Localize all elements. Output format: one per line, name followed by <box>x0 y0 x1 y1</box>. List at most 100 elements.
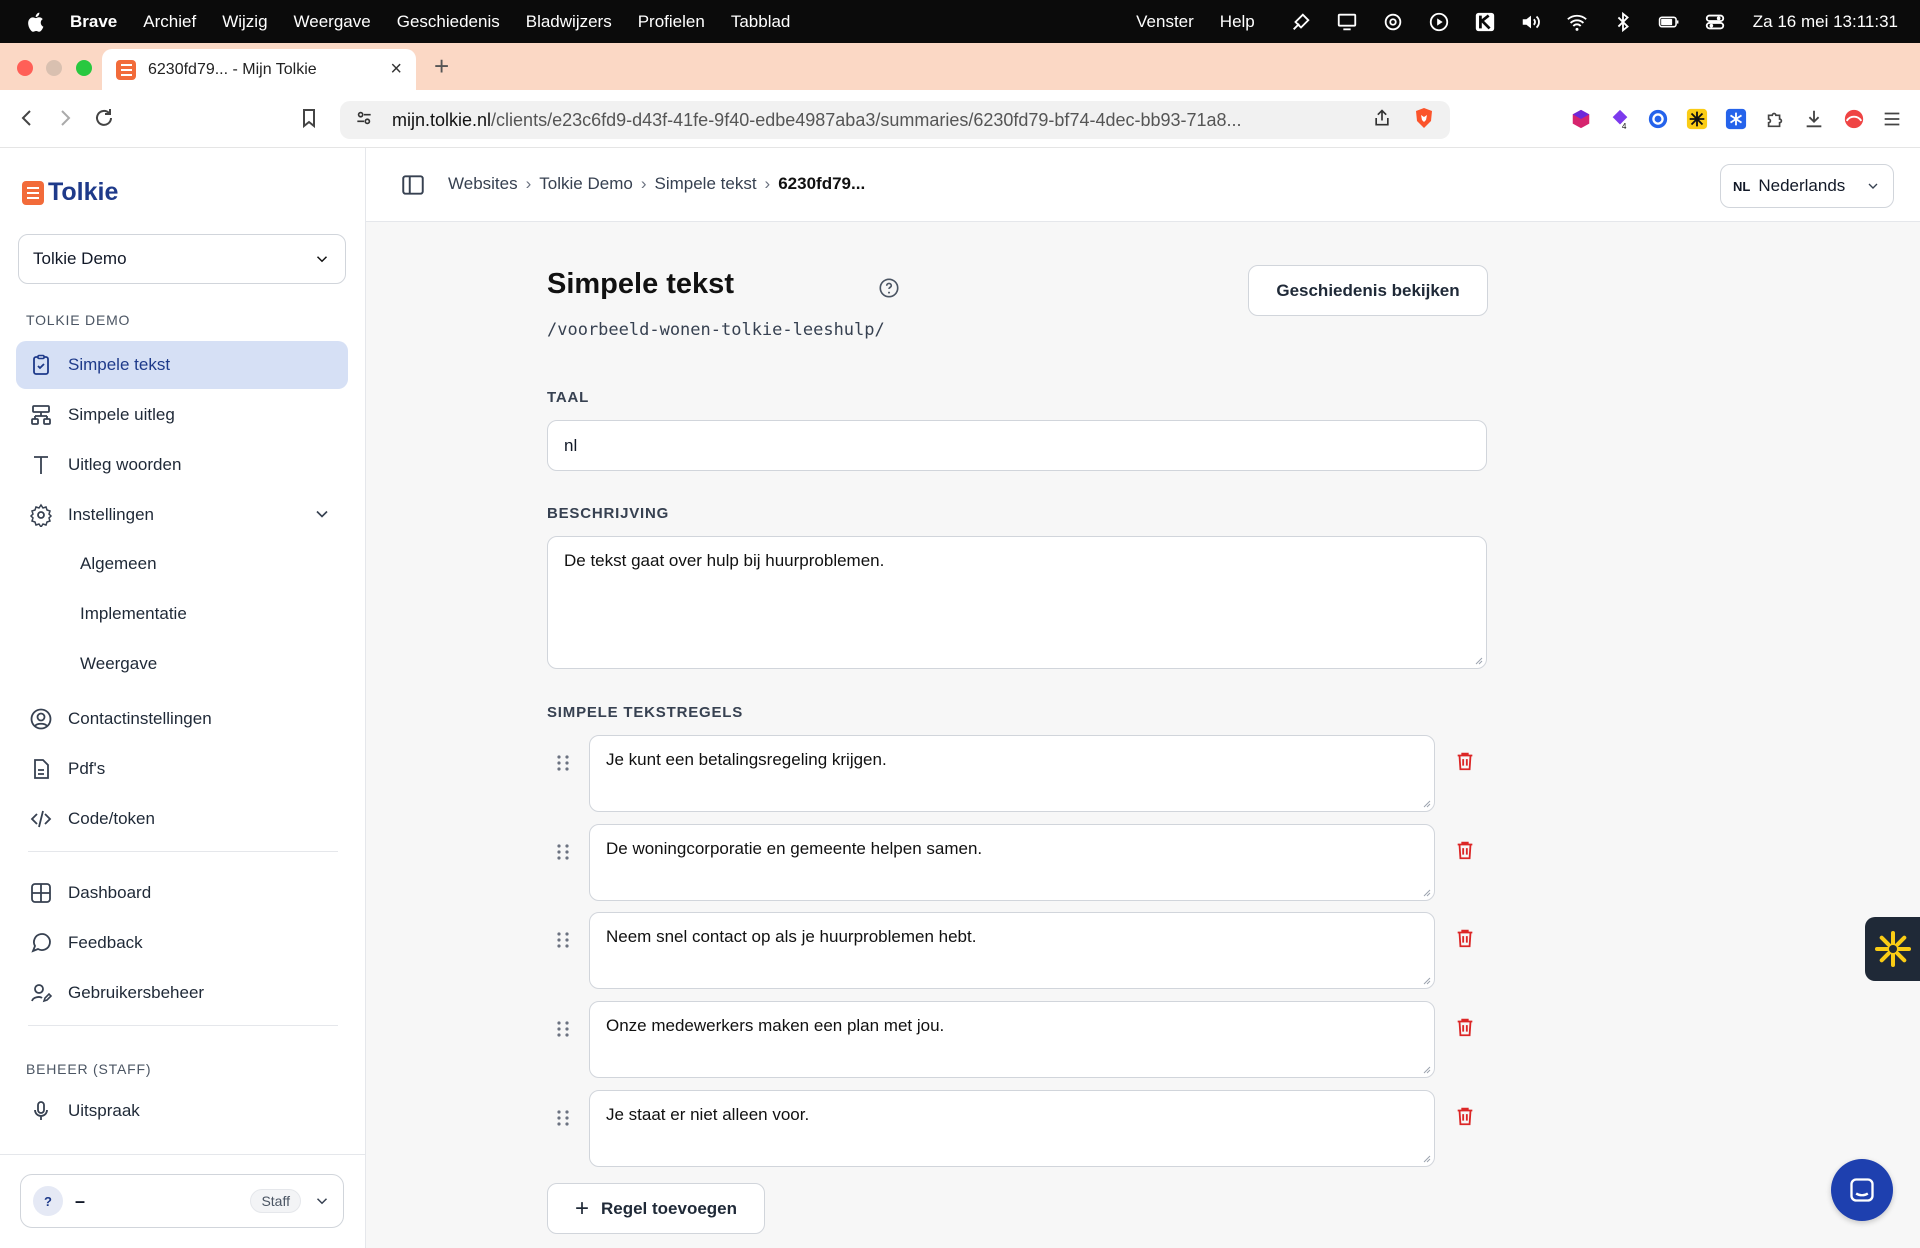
tolkie-widget-button[interactable] <box>1865 917 1920 981</box>
play-icon[interactable] <box>1427 10 1451 34</box>
sidebar-subitem-weergave[interactable]: Weergave <box>80 654 157 674</box>
resize-grip-icon[interactable] <box>1421 975 1431 985</box>
drag-handle-icon[interactable] <box>553 842 573 862</box>
sidebar-item-pdfs[interactable]: Pdf's <box>16 745 348 793</box>
breadcrumb-websites[interactable]: Websites <box>448 174 518 194</box>
sidebar-item-uitleg-woorden[interactable]: Uitleg woorden <box>16 441 348 489</box>
breadcrumb-client[interactable]: Tolkie Demo <box>539 174 633 194</box>
trash-icon[interactable] <box>1454 1016 1476 1038</box>
close-window-button[interactable] <box>17 60 33 76</box>
tolkie-favicon-icon <box>116 59 136 80</box>
extension-c-icon[interactable] <box>1646 107 1670 131</box>
resize-grip-icon[interactable] <box>1421 1153 1431 1163</box>
trash-icon[interactable] <box>1454 927 1476 949</box>
bluetooth-icon[interactable] <box>1611 10 1635 34</box>
sidebar-item-simpele-uitleg[interactable]: Simpele uitleg <box>16 391 348 439</box>
sidebar-toggle-icon[interactable] <box>400 172 426 198</box>
eyedropper-icon[interactable] <box>1289 10 1313 34</box>
support-chat-button[interactable] <box>1831 1159 1893 1221</box>
sidebar-item-instellingen[interactable]: Instellingen <box>16 491 348 539</box>
sidebar-item-gebruikersbeheer[interactable]: Gebruikersbeheer <box>16 969 348 1017</box>
tekstregel-textarea[interactable]: Je kunt een betalingsregeling krijgen. <box>589 735 1435 812</box>
beschrijving-textarea[interactable]: De tekst gaat over hulp bij huurprobleme… <box>547 536 1487 669</box>
maximize-window-button[interactable] <box>76 60 92 76</box>
sidebar-footer-divider <box>0 1154 366 1155</box>
apple-icon[interactable] <box>26 11 46 33</box>
trash-icon[interactable] <box>1454 1105 1476 1127</box>
menubar-clock[interactable]: Za 16 mei 13:11:31 <box>1753 12 1898 32</box>
minimize-window-button[interactable] <box>46 60 62 76</box>
tekstregel-textarea[interactable]: De woningcorporatie en gemeente helpen s… <box>589 824 1435 901</box>
wifi-icon[interactable] <box>1565 10 1589 34</box>
reload-icon[interactable] <box>89 103 119 133</box>
url-text[interactable]: mijn.tolkie.nl/clients/e23c6fd9-d43f-41f… <box>392 110 1358 131</box>
resize-grip-icon[interactable] <box>1421 887 1431 897</box>
menu-wijzig[interactable]: Wijzig <box>222 12 267 32</box>
back-icon[interactable] <box>12 103 42 133</box>
downloads-icon[interactable] <box>1802 107 1826 131</box>
menu-profielen[interactable]: Profielen <box>638 12 705 32</box>
resize-grip-icon[interactable] <box>1473 655 1483 665</box>
bookmark-icon[interactable] <box>294 103 324 133</box>
menu-hamburger-icon[interactable] <box>1880 107 1904 131</box>
drag-handle-icon[interactable] <box>553 930 573 950</box>
site-settings-icon[interactable] <box>354 108 374 133</box>
tekstregel-textarea[interactable]: Je staat er niet alleen voor. <box>589 1090 1435 1167</box>
menu-tabblad[interactable]: Tabblad <box>731 12 791 32</box>
sidebar-item-dashboard[interactable]: Dashboard <box>16 869 348 917</box>
drag-handle-icon[interactable] <box>553 1019 573 1039</box>
language-select[interactable]: NL Nederlands <box>1720 164 1894 208</box>
extension-tolkie-icon[interactable] <box>1685 107 1709 131</box>
menu-bladwijzers[interactable]: Bladwijzers <box>526 12 612 32</box>
extension-gem-icon[interactable]: 4 <box>1608 107 1632 131</box>
k-app-icon[interactable] <box>1473 10 1497 34</box>
display-icon[interactable] <box>1335 10 1359 34</box>
client-select[interactable]: Tolkie Demo <box>18 234 346 284</box>
sidebar-subitem-implementatie[interactable]: Implementatie <box>80 604 187 624</box>
resize-grip-icon[interactable] <box>1421 1064 1431 1074</box>
tekstregel-textarea[interactable]: Onze medewerkers maken een plan met jou. <box>589 1001 1435 1078</box>
airdrop-icon[interactable] <box>1381 10 1405 34</box>
close-tab-icon[interactable]: × <box>390 58 402 81</box>
extension-hexagon-icon[interactable] <box>1569 107 1593 131</box>
menu-help[interactable]: Help <box>1220 12 1255 32</box>
battery-icon[interactable] <box>1657 10 1681 34</box>
menu-weergave[interactable]: Weergave <box>294 12 371 32</box>
sidebar-divider <box>28 1025 338 1026</box>
add-rule-button[interactable]: + Regel toevoegen <box>547 1183 765 1234</box>
user-menu[interactable]: ? – Staff <box>20 1174 344 1228</box>
sidebar-item-code-token[interactable]: Code/token <box>16 795 348 843</box>
forward-icon[interactable] <box>50 103 80 133</box>
volume-icon[interactable] <box>1519 10 1543 34</box>
drag-handle-icon[interactable] <box>553 1108 573 1128</box>
new-tab-button[interactable]: + <box>434 51 449 82</box>
breadcrumb-simpele-tekst[interactable]: Simpele tekst <box>655 174 757 194</box>
help-circle-icon[interactable] <box>878 277 900 299</box>
menu-archief[interactable]: Archief <box>143 12 196 32</box>
extension-snowflake-icon[interactable] <box>1724 107 1748 131</box>
brave-rewards-icon[interactable] <box>1842 107 1866 131</box>
sidebar-item-contactinstellingen[interactable]: Contactinstellingen <box>16 695 348 743</box>
trash-icon[interactable] <box>1454 750 1476 772</box>
trash-icon[interactable] <box>1454 839 1476 861</box>
menu-venster[interactable]: Venster <box>1136 12 1194 32</box>
view-history-button[interactable]: Geschiedenis bekijken <box>1248 265 1488 316</box>
control-center-icon[interactable] <box>1703 10 1727 34</box>
menu-app-name[interactable]: Brave <box>70 12 117 32</box>
tekstregel-textarea[interactable]: Neem snel contact op als je huurprobleme… <box>589 912 1435 989</box>
sidebar-item-feedback[interactable]: Feedback <box>16 919 348 967</box>
share-icon[interactable] <box>1372 108 1392 133</box>
sidebar-subitem-algemeen[interactable]: Algemeen <box>80 554 157 574</box>
brave-shields-icon[interactable] <box>1412 106 1436 135</box>
sidebar-item-uitspraak[interactable]: Uitspraak <box>16 1087 348 1135</box>
menu-geschiedenis[interactable]: Geschiedenis <box>397 12 500 32</box>
extensions-puzzle-icon[interactable] <box>1763 107 1787 131</box>
sidebar-item-simpele-tekst[interactable]: Simpele tekst <box>16 341 348 389</box>
browser-tab-active[interactable]: 6230fd79... - Mijn Tolkie × <box>102 49 416 90</box>
resize-grip-icon[interactable] <box>1421 798 1431 808</box>
microphone-icon <box>28 1098 54 1124</box>
address-bar[interactable]: mijn.tolkie.nl/clients/e23c6fd9-d43f-41f… <box>340 101 1450 139</box>
drag-handle-icon[interactable] <box>553 753 573 773</box>
taal-input[interactable]: nl <box>547 420 1487 471</box>
tolkie-logo[interactable]: Tolkie <box>22 178 118 207</box>
